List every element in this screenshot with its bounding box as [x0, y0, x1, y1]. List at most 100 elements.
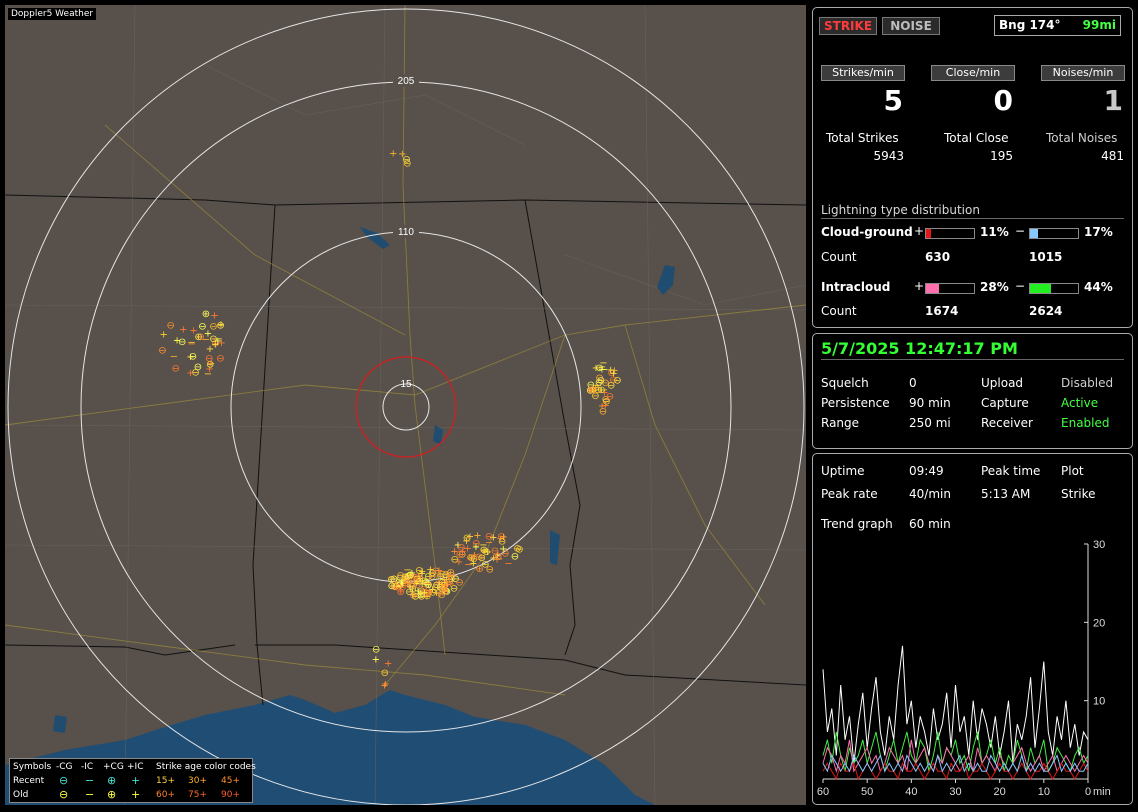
strike-marker-149: − — [504, 558, 512, 569]
strike-marker-245: ⊖ — [381, 668, 389, 679]
strike-marker-229: + — [186, 368, 194, 379]
plot-value[interactable]: Strike — [1061, 487, 1096, 501]
persistence-value: 90 min — [909, 396, 951, 410]
range-label: Range — [821, 416, 860, 430]
strike-marker-160: + — [470, 550, 478, 561]
trend-x-label-0: 60 — [817, 786, 829, 798]
state-border-la — [5, 644, 236, 656]
noises-per-min-value: 1 — [1103, 84, 1123, 117]
intracloud-label: Intracloud — [821, 280, 891, 294]
receiver-value[interactable]: Enabled — [1061, 416, 1110, 430]
strike-marker-104: ⊖ — [394, 582, 402, 593]
strike-marker-242: ⊖ — [189, 352, 197, 363]
strike-marker-249: + — [372, 654, 380, 665]
range-ring-110 — [230, 231, 582, 583]
trend-x-unit: min — [1093, 786, 1111, 798]
legend-symbols-label: Symbols — [13, 762, 52, 772]
datetime-display: 5/7/2025 12:47:17 PM — [821, 339, 1018, 358]
ic-count-label: Count — [821, 304, 857, 318]
strike-marker-232: ⊖ — [216, 321, 224, 332]
strike-marker-107: + — [436, 570, 444, 581]
strike-marker-204: ⊕ — [587, 385, 595, 396]
ic-pos-count: 1674 — [925, 304, 959, 318]
strike-marker-157: ⊖ — [486, 564, 494, 575]
uptime-value: 09:49 — [909, 464, 944, 478]
lightning-map[interactable]: 205 110 15 ⊖ − + ⊖ + ⊕ ⊖ ⊖ ⊖ + ⊕ ⊖ + ⊖ + + ⊖ ⊖ ⊕ + ⊖ + ⊖ ⊕ + ⊖ + − ⊖… — [5, 5, 806, 805]
legend-col-pos-cg: +CG — [103, 762, 124, 772]
cg-count-label: Count — [821, 250, 857, 264]
strike-marker-168: + — [493, 555, 501, 566]
strike-marker-169: ⊖ — [485, 532, 493, 543]
range-ring-15 — [382, 383, 430, 431]
strike-marker-236: ⊖ — [205, 353, 213, 364]
strike-marker-202: + — [609, 369, 617, 380]
range-label-110: 110 — [398, 227, 414, 238]
receiver-label: Receiver — [981, 416, 1033, 430]
total-noises-value: 481 — [1101, 149, 1124, 163]
legend-old-pos-ic-icon: + — [131, 788, 141, 801]
trend-series-2 — [822, 739, 1089, 774]
strike-marker-250: + — [384, 658, 392, 669]
strike-marker-239: ⊖ — [178, 337, 186, 348]
cg-neg-pct: 17% — [1084, 225, 1113, 239]
noise-button[interactable]: NOISE — [882, 17, 940, 35]
legend-age-30: 30+ — [188, 776, 207, 786]
ic-plus-sign: + — [914, 279, 925, 293]
strike-marker-234: + — [179, 325, 187, 336]
uptime-label: Uptime — [821, 464, 865, 478]
legend-age-60: 60+ — [156, 790, 175, 800]
ic-pos-bar — [925, 283, 975, 294]
ic-pos-pct: 28% — [980, 280, 1009, 294]
noises-per-min-header: Noises/min — [1041, 65, 1125, 81]
strike-marker-238: − — [170, 352, 178, 363]
legend-age-title: Strike age color codes — [156, 762, 256, 772]
plot-label: Plot — [1061, 464, 1084, 478]
strike-button[interactable]: STRIKE — [819, 17, 877, 35]
trend-graph: 30 20 10 60 50 40 30 20 10 0 min — [817, 539, 1111, 798]
strike-marker-99: + — [426, 565, 434, 576]
trend-series-0 — [822, 645, 1089, 764]
strike-marker-119: + — [447, 579, 455, 590]
trend-x-label-2: 40 — [905, 786, 917, 798]
legend-recent-neg-ic-icon: − — [85, 774, 95, 787]
strike-marker-203: − — [600, 385, 608, 396]
strike-marker-115: ⊖ — [419, 576, 427, 587]
range-ring-outer — [7, 8, 805, 805]
cg-neg-count: 1015 — [1029, 250, 1063, 264]
trend-x-label-6: 0 — [1085, 786, 1091, 798]
range-value: 250 mi — [909, 416, 951, 430]
state-border-gulf-line — [255, 644, 806, 686]
upload-value[interactable]: Disabled — [1061, 376, 1113, 390]
strike-markers: ⊖−+ ⊖+⊕ ⊖⊖⊖+⊕⊖+⊖ ++⊖ ⊖⊕+⊖+⊖⊕+⊖+−⊖⊖ + ⊖⊖⊖+⊕⊖⊖+−… — [158, 149, 621, 692]
total-close-label: Total Close — [944, 131, 1009, 145]
strike-marker-118: + — [420, 587, 428, 598]
legend-old-label: Old — [13, 790, 29, 800]
cloud-ground-label: Cloud-ground — [821, 225, 913, 239]
trend-graph-value[interactable]: 60 min — [909, 517, 951, 531]
strike-marker-251: + — [389, 149, 397, 160]
stats-panel: Uptime 09:49 Peak time Plot Peak rate 40… — [812, 453, 1133, 805]
trend-x-label-3: 30 — [949, 786, 961, 798]
total-close-value: 195 — [990, 149, 1013, 163]
legend-col-pos-ic: +IC — [127, 762, 144, 772]
trend-y-label-0: 30 — [1093, 539, 1105, 551]
upload-label: Upload — [981, 376, 1024, 390]
close-ring — [355, 356, 457, 458]
strike-marker-162: + — [458, 546, 466, 557]
strike-marker-165: + — [466, 531, 474, 542]
close-per-min-value: 0 — [993, 84, 1013, 117]
trend-x-label-4: 20 — [994, 786, 1006, 798]
strike-marker-116: ⊖ — [411, 591, 419, 602]
trend-series-1 — [822, 731, 1089, 774]
capture-value[interactable]: Active — [1061, 396, 1098, 410]
strike-marker-241: ⊖ — [167, 320, 175, 331]
strike-marker-221: ⊖ — [216, 353, 224, 364]
state-border-ms-al — [252, 204, 276, 646]
capture-label: Capture — [981, 396, 1029, 410]
trend-x-label-5: 10 — [1038, 786, 1050, 798]
legend-old-neg-cg-icon: ⊖ — [59, 788, 69, 801]
strike-marker-108: + — [436, 589, 444, 600]
strike-summary-panel: STRIKE NOISE Bng 174° 99mi Strikes/min C… — [812, 7, 1133, 328]
legend-old-neg-ic-icon: − — [85, 788, 95, 801]
legend-age-15: 15+ — [156, 776, 175, 786]
